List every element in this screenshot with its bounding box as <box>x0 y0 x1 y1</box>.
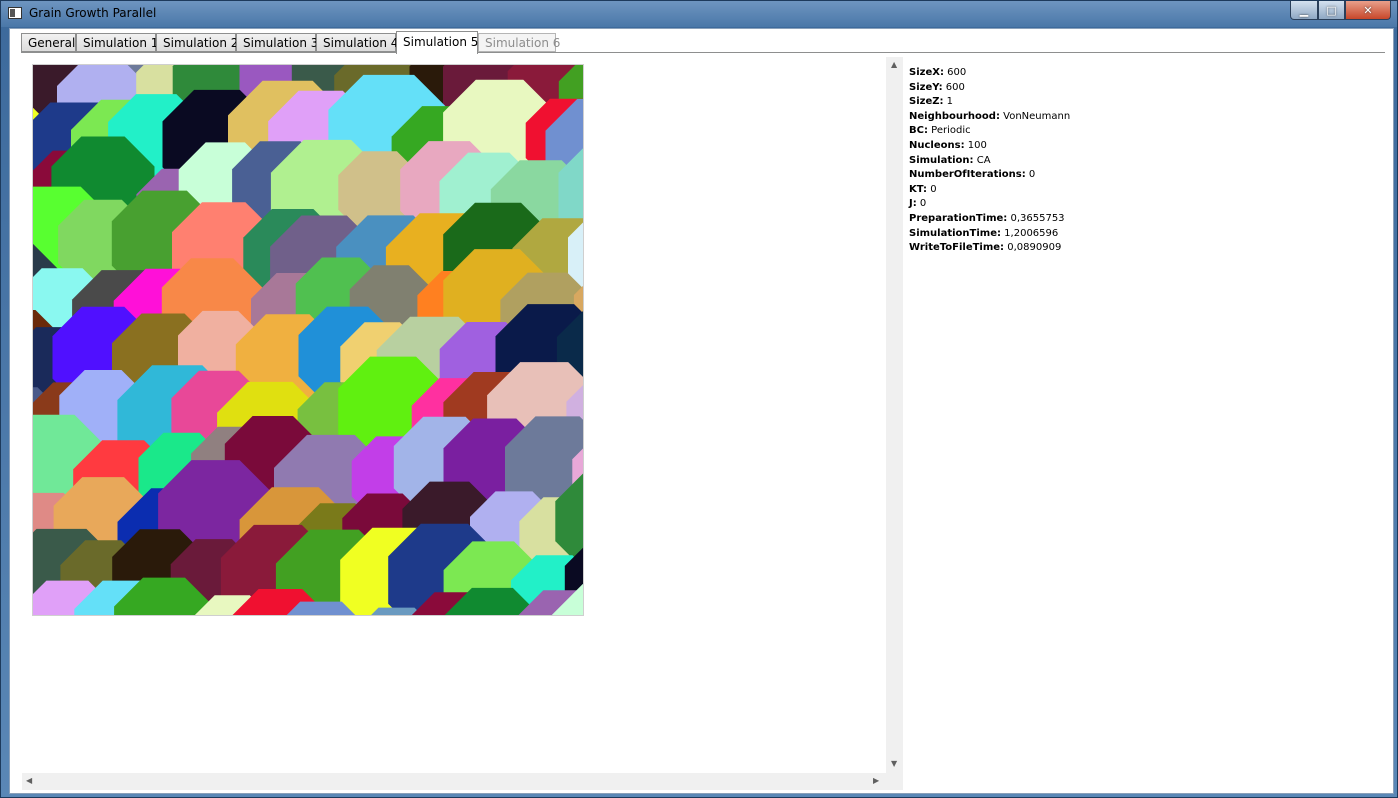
info-row: BC: Periodic <box>909 124 1070 139</box>
info-value: 0,0890909 <box>1004 242 1062 254</box>
info-row: Simulation: CA <box>909 154 1070 169</box>
info-row: KT: 0 <box>909 183 1070 198</box>
close-button[interactable]: ✕ <box>1345 1 1391 20</box>
info-value: VonNeumann <box>999 110 1071 122</box>
info-key: Nucleons: <box>909 139 965 151</box>
scroll-right-icon[interactable]: ▶ <box>873 776 879 785</box>
tab-simulation-5[interactable]: Simulation 5 <box>396 31 478 54</box>
info-key: Neighbourhood: <box>909 110 1000 122</box>
tab-simulation-2[interactable]: Simulation 2 <box>156 33 238 52</box>
maximize-icon: □ <box>1326 3 1337 17</box>
tab-simulation-1[interactable]: Simulation 1 <box>76 33 158 52</box>
info-row: SizeZ: 1 <box>909 95 1070 110</box>
info-row: NumberOfIterations: 0 <box>909 168 1070 183</box>
info-row: J: 0 <box>909 197 1070 212</box>
grain-growth-image <box>32 64 584 616</box>
tab-panel-border <box>21 52 1385 53</box>
info-value: 600 <box>942 81 965 93</box>
info-value: 1,2006596 <box>1001 227 1059 239</box>
info-value: 600 <box>943 67 967 78</box>
tab-simulation-6: Simulation 6 <box>478 33 560 52</box>
info-key: BC: <box>909 125 928 137</box>
minimize-icon: ▁ <box>1299 3 1309 17</box>
info-row: PreparationTime: 0,3655753 <box>909 212 1070 227</box>
grain-map <box>33 65 583 615</box>
info-key: SizeZ: <box>909 96 944 108</box>
info-key: Simulation: <box>909 154 974 166</box>
info-row: Neighbourhood: VonNeumann <box>909 110 1070 125</box>
info-key: SimulationTime: <box>909 227 1001 239</box>
app-window: Grain Growth Parallel ▁ □ ✕ General Simu… <box>0 0 1398 798</box>
info-value: 0,3655753 <box>1007 212 1065 224</box>
info-key: WriteToFileTime: <box>909 242 1005 254</box>
scroll-down-icon[interactable]: ▼ <box>891 759 897 768</box>
info-row: SizeX: 600 <box>909 66 1070 81</box>
tab-simulation-3[interactable]: Simulation 3 <box>236 33 318 52</box>
info-value: 1 <box>943 96 954 108</box>
info-value: 0 <box>927 183 937 195</box>
close-icon: ✕ <box>1363 3 1373 17</box>
info-value: 100 <box>964 139 987 151</box>
info-row: SimulationTime: 1,2006596 <box>909 227 1070 242</box>
simulation-scroll-view[interactable]: ▲ ▼ ◀ ▶ <box>22 57 903 790</box>
info-row: SizeY: 600 <box>909 81 1070 96</box>
info-row: Nucleons: 100 <box>909 139 1070 154</box>
title-bar[interactable]: Grain Growth Parallel ▁ □ ✕ <box>1 1 1397 27</box>
scroll-corner <box>886 773 903 790</box>
info-value: CA <box>973 154 991 166</box>
info-value: 0 <box>1025 169 1036 181</box>
info-key: J: <box>909 198 917 210</box>
scroll-left-icon[interactable]: ◀ <box>26 776 32 785</box>
info-key: SizeY: <box>909 81 943 93</box>
tab-general[interactable]: General <box>21 33 76 52</box>
maximize-button[interactable]: □ <box>1318 1 1345 20</box>
window-title: Grain Growth Parallel <box>29 6 157 20</box>
info-key: KT: <box>909 183 928 195</box>
info-value: Periodic <box>927 125 971 137</box>
info-key: NumberOfIterations: <box>909 169 1026 181</box>
client-area: General Simulation 1 Simulation 2 Simula… <box>9 28 1394 794</box>
horizontal-scrollbar[interactable]: ◀ ▶ <box>22 773 886 790</box>
info-value: 0 <box>916 198 927 210</box>
simulation-info-panel: SizeX: 600 SizeY: 600 SizeZ: 1 Neighbourhoo… <box>909 66 1070 256</box>
tab-simulation-4[interactable]: Simulation 4 <box>316 33 398 52</box>
info-key: SizeX: <box>909 67 944 78</box>
scroll-up-icon[interactable]: ▲ <box>891 60 897 69</box>
info-key: PreparationTime: <box>909 212 1008 224</box>
vertical-scrollbar[interactable]: ▲ ▼ <box>886 57 903 773</box>
minimize-button[interactable]: ▁ <box>1290 1 1318 20</box>
app-icon <box>8 7 22 19</box>
info-row: WriteToFileTime: 0,0890909 <box>909 241 1070 256</box>
